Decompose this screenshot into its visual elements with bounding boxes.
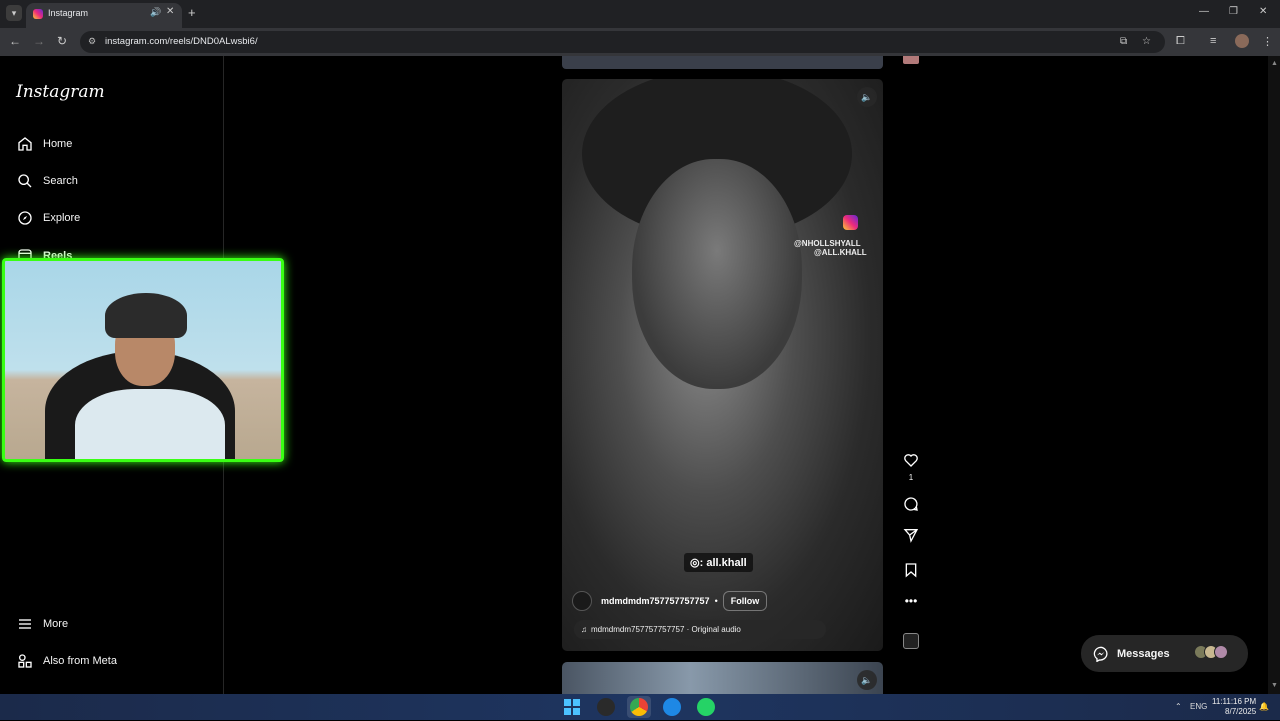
meta-icon [16, 653, 33, 670]
like-count: 1 [908, 473, 914, 482]
reload-icon[interactable]: ↻ [57, 34, 67, 48]
instagram-logo[interactable]: Instagram [16, 82, 105, 102]
forward-arrow-icon[interactable]: → [33, 34, 45, 48]
music-note-icon: ♫ [581, 625, 587, 634]
audio-link[interactable]: ♫ mdmdmdm757757757757 · Original audio [574, 620, 826, 639]
url-text[interactable]: instagram.com/reels/DND0ALwsbi6/ [105, 36, 258, 47]
page-scrollbar[interactable]: ▲ ▼ [1268, 56, 1280, 694]
separator-dot: • [714, 596, 718, 606]
message-avatar [1214, 645, 1228, 659]
watermark-text: : all.khall [699, 557, 747, 569]
video-watermark: ◎: all.khall [684, 553, 753, 572]
video-overlay-text: @NHOLLSHYALL @ALL.KHALL [794, 239, 867, 257]
browser-tab[interactable]: Instagram 🔊 ✕ [26, 3, 182, 28]
follow-button[interactable]: Follow [722, 591, 768, 611]
close-window-button[interactable]: ✕ [1259, 6, 1267, 17]
messenger-icon [1093, 646, 1108, 662]
overlay-handle-1: @NHOLLSHYALL [794, 239, 861, 248]
minimize-button[interactable]: — [1199, 6, 1209, 17]
system-clock[interactable]: 11:11:16 PM 8/7/2025 [1212, 697, 1256, 717]
install-app-icon[interactable]: ⧉ [1120, 36, 1127, 47]
messages-button[interactable]: Messages [1081, 635, 1248, 672]
sidebar-item-label: Search [43, 175, 78, 187]
messages-label: Messages [1117, 647, 1170, 660]
webcam-person [75, 291, 225, 459]
share-icon[interactable] [897, 527, 925, 548]
compass-icon [16, 210, 33, 227]
media-control-icon[interactable]: ≡ [1210, 35, 1216, 47]
clock-time: 11:11:16 PM [1212, 697, 1257, 706]
webcam-shirt [75, 389, 225, 459]
sidebar-item-home[interactable]: Home [16, 133, 72, 155]
webcam-overlay [2, 258, 284, 462]
overlay-handle-2: @ALL.KHALL [814, 248, 867, 257]
volume-icon[interactable]: 🔈 [857, 670, 877, 690]
extensions-icon[interactable]: ⧠ [1176, 35, 1185, 48]
clock-date: 8/7/2025 [1225, 707, 1257, 716]
reel-video[interactable]: 🔈 @NHOLLSHYALL @ALL.KHALL ◎: all.khall m… [562, 79, 883, 651]
chrome-icon[interactable] [630, 698, 648, 716]
obs-icon[interactable] [597, 698, 615, 716]
previous-audio-thumbnail[interactable] [903, 56, 919, 64]
author-avatar[interactable] [572, 591, 592, 611]
tab-close-icon[interactable]: ✕ [166, 6, 174, 17]
tab-search-icon[interactable]: ▾ [6, 5, 22, 21]
home-icon [16, 136, 33, 153]
sidebar-item-explore[interactable]: Explore [16, 207, 80, 229]
address-bar[interactable]: ⚙ instagram.com/reels/DND0ALwsbi6/ ⧉ ☆ [80, 31, 1165, 53]
tray-overflow-icon[interactable]: ⌃ [1175, 702, 1182, 711]
windows-taskbar: ⌃ ENG 11:11:16 PM 8/7/2025 🔔 [0, 694, 1280, 720]
bookmark-star-icon[interactable]: ☆ [1142, 36, 1151, 47]
reel-face [632, 159, 802, 389]
audio-label: mdmdmdm757757757757 · Original audio [591, 625, 741, 634]
author-username[interactable]: mdmdmdm757757757757 [601, 596, 710, 606]
sidebar-item-label: Home [43, 138, 73, 150]
sidebar-item-more[interactable]: More [16, 613, 68, 635]
sidebar-item-search[interactable]: Search [16, 170, 78, 192]
start-menu-icon[interactable] [563, 698, 581, 716]
restore-button[interactable]: ❐ [1229, 6, 1238, 17]
browser-tab-bar: ▾ Instagram 🔊 ✕ + — ❐ ✕ [0, 0, 1280, 28]
like-icon[interactable] [897, 452, 925, 473]
audio-thumbnail[interactable] [903, 633, 919, 649]
sidebar-item-label: More [43, 618, 69, 630]
language-indicator[interactable]: ENG [1190, 702, 1207, 711]
previous-reel[interactable] [562, 56, 883, 69]
sidebar-item-also-from-meta[interactable]: Also from Meta [16, 650, 117, 672]
tab-title: Instagram [48, 8, 89, 18]
tab-audio-icon[interactable]: 🔊 [150, 7, 161, 18]
back-arrow-icon[interactable]: ← [9, 34, 21, 48]
site-info-icon[interactable]: ⚙ [88, 36, 96, 47]
browser-toolbar: ← → ↻ ⚙ instagram.com/reels/DND0ALwsbi6/… [0, 28, 1280, 56]
messenger-app-icon[interactable] [663, 698, 681, 716]
instagram-favicon-icon [33, 9, 43, 19]
scroll-up-icon[interactable]: ▲ [1271, 60, 1278, 67]
comment-icon[interactable] [897, 496, 925, 517]
new-tab-button[interactable]: + [188, 5, 196, 20]
volume-icon[interactable]: 🔈 [857, 87, 877, 107]
sidebar-item-label: Also from Meta [43, 655, 117, 667]
webcam-cap [105, 293, 187, 338]
instagram-page: Instagram Home Search Explore Reels More… [0, 56, 1280, 702]
save-icon[interactable] [897, 562, 925, 583]
message-avatars [1194, 645, 1228, 659]
scroll-down-icon[interactable]: ▼ [1271, 682, 1278, 689]
more-options-icon[interactable]: ••• [897, 594, 925, 608]
profile-avatar[interactable] [1235, 34, 1249, 48]
browser-menu-icon[interactable]: ⋮ [1262, 35, 1273, 48]
notification-bell-icon[interactable]: 🔔 [1259, 702, 1269, 711]
search-icon [16, 173, 33, 190]
menu-icon [16, 616, 33, 633]
whatsapp-icon[interactable] [697, 698, 715, 716]
instagram-sticker-icon [843, 215, 858, 230]
reel-author-row: mdmdmdm757757757757 • Follow [572, 591, 768, 611]
sidebar-item-label: Explore [43, 212, 81, 224]
instagram-glyph-icon: ◎ [690, 557, 700, 569]
